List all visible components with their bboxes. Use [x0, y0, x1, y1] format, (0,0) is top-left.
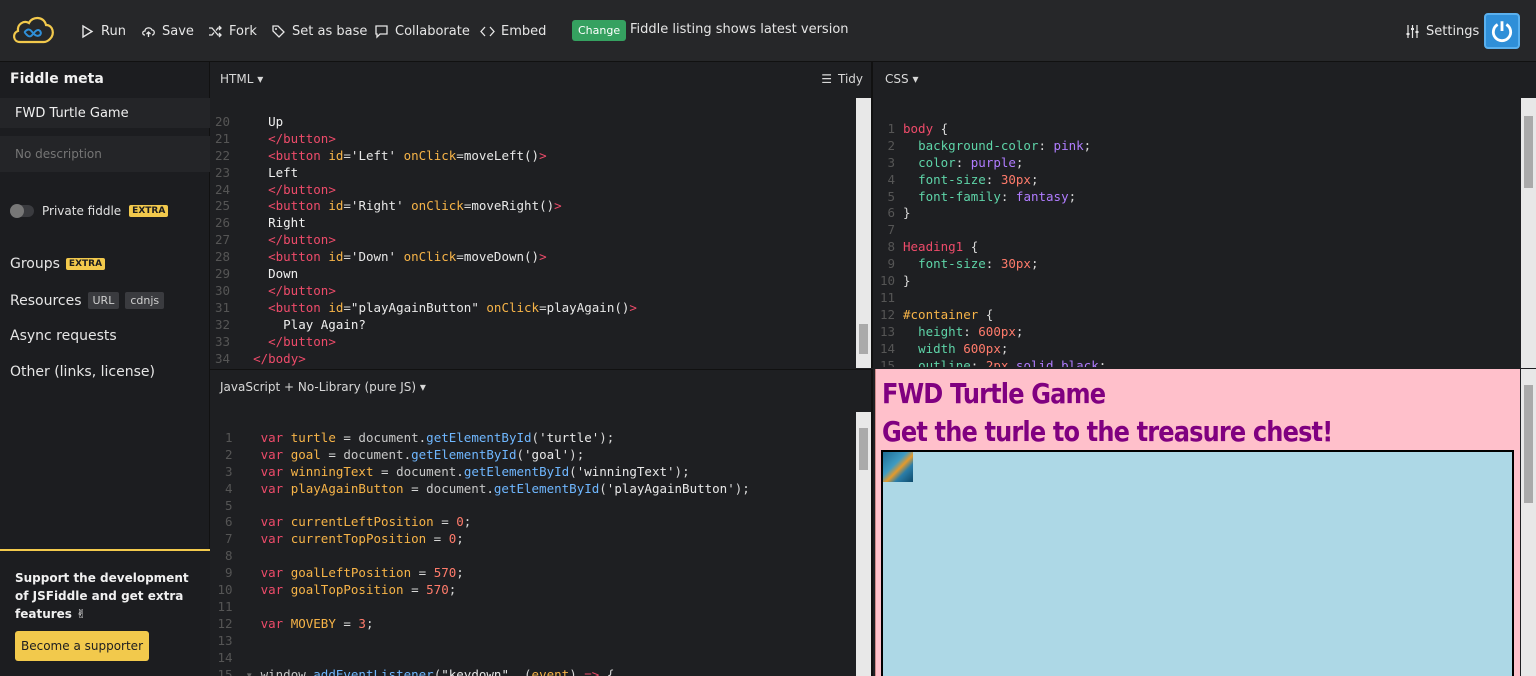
private-fiddle-toggle-row[interactable]: Private fiddle EXTRA [10, 204, 169, 218]
become-supporter-button[interactable]: Become a supporter [15, 631, 149, 661]
support-box: Support the development of JSFiddle and … [0, 549, 210, 676]
collaborate-label: Collaborate [395, 23, 470, 39]
sidebar-item-resources[interactable]: Resources URL cdnjs [10, 292, 165, 309]
css-panel-header: CSS ▾ [875, 62, 1536, 96]
top-toolbar: Run Save Fork Set as base Collaborate Em… [0, 0, 1536, 62]
embed-button[interactable]: Embed [480, 20, 546, 42]
result-panel[interactable]: FWD Turtle Game Get the turle to the tre… [875, 369, 1520, 676]
css-scroll-thumb[interactable] [1524, 116, 1533, 188]
change-badge[interactable]: Change [572, 20, 627, 41]
tidy-button[interactable]: ☰ Tidy [821, 72, 863, 86]
set-as-base-label: Set as base [292, 23, 368, 39]
js-scrollbar[interactable] [856, 412, 871, 676]
css-code-editor[interactable]: 1 body { 2 background-color: pink; 3 colo… [875, 104, 1520, 367]
extra-badge: EXTRA [65, 258, 106, 270]
run-label: Run [101, 23, 126, 39]
cloud-upload-icon [142, 26, 155, 37]
collaborate-button[interactable]: Collaborate [374, 20, 470, 42]
change-message: Fiddle listing shows latest version [630, 22, 849, 37]
sliders-icon [1406, 24, 1419, 38]
html-language-dropdown[interactable]: HTML ▾ [220, 72, 263, 86]
fiddle-description-input[interactable] [0, 136, 210, 172]
html-code-editor[interactable]: 20 Up 21 </button> 22 <button id='Left' … [210, 97, 855, 367]
css-language-dropdown[interactable]: CSS ▾ [885, 72, 918, 86]
result-scrollbar[interactable] [1521, 369, 1536, 676]
result-heading-2: Get the turle to the treasure chest! [882, 415, 1333, 448]
fiddle-title-input[interactable] [0, 98, 210, 128]
js-language-dropdown[interactable]: JavaScript + No-Library (pure JS) ▾ [220, 380, 426, 394]
game-container [881, 450, 1514, 676]
resources-url-chip[interactable]: URL [87, 292, 120, 309]
js-code-editor[interactable]: 1 var turtle = document.getElementById('… [210, 413, 855, 676]
jsfiddle-logo-icon[interactable] [10, 12, 56, 48]
sidebar-item-async-requests[interactable]: Async requests [10, 328, 117, 344]
run-button[interactable]: Run [80, 20, 126, 42]
groups-label: Groups [10, 256, 60, 272]
extra-badge: EXTRA [129, 205, 169, 217]
private-fiddle-label: Private fiddle [42, 204, 122, 218]
fiddle-meta-sidebar: Fiddle meta Private fiddle EXTRA Groups … [0, 62, 210, 676]
save-button[interactable]: Save [141, 20, 194, 42]
turtle-image [883, 452, 913, 482]
js-scroll-thumb[interactable] [859, 428, 868, 470]
sidebar-item-groups[interactable]: Groups EXTRA [10, 256, 106, 272]
tidy-label: Tidy [837, 72, 863, 86]
other-label: Other (links, license) [10, 364, 155, 380]
shuffle-icon [209, 25, 222, 37]
js-panel-header: JavaScript + No-Library (pure JS) ▾ [210, 370, 873, 404]
js-panel: JavaScript + No-Library (pure JS) ▾ 1 va… [210, 369, 873, 676]
private-toggle[interactable] [10, 204, 34, 218]
power-icon[interactable] [1484, 13, 1520, 49]
fork-label: Fork [229, 23, 257, 39]
sidebar-item-other[interactable]: Other (links, license) [10, 364, 155, 380]
html-panel: HTML ▾ ☰ Tidy 20 Up 21 </button> 22 <but… [210, 62, 873, 368]
support-text: Support the development of JSFiddle and … [15, 571, 189, 621]
comment-icon [375, 24, 388, 39]
play-icon [82, 24, 94, 38]
result-scroll-thumb[interactable] [1524, 385, 1533, 503]
fiddle-meta-title: Fiddle meta [10, 71, 104, 87]
css-scrollbar[interactable] [1521, 98, 1536, 368]
list-icon: ☰ [821, 72, 832, 86]
result-heading-1: FWD Turtle Game [882, 377, 1106, 410]
css-panel: CSS ▾ 1 body { 2 background-color: pink; … [875, 62, 1536, 368]
html-scroll-thumb[interactable] [859, 324, 868, 354]
resources-label: Resources [10, 292, 82, 309]
settings-label: Settings [1426, 23, 1480, 39]
save-label: Save [162, 23, 194, 39]
html-scrollbar[interactable] [856, 98, 871, 368]
code-icon [480, 26, 495, 36]
resources-cdnjs-chip[interactable]: cdnjs [125, 292, 165, 309]
async-requests-label: Async requests [10, 328, 117, 344]
fork-button[interactable]: Fork [208, 20, 257, 42]
settings-button[interactable]: Settings [1405, 20, 1479, 42]
tag-icon [272, 24, 285, 38]
embed-label: Embed [501, 23, 547, 39]
html-panel-header: HTML ▾ ☰ Tidy [210, 62, 873, 96]
set-as-base-button[interactable]: Set as base [271, 20, 367, 42]
